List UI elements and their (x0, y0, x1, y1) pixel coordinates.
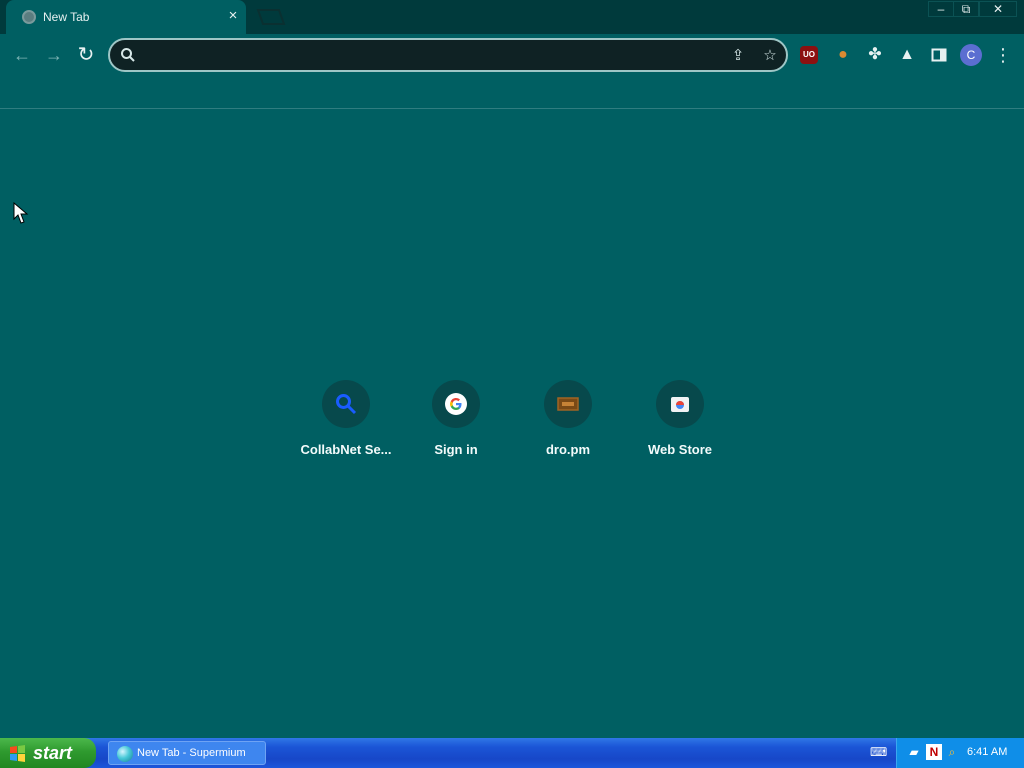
keyboard-icon[interactable]: ⌨ (870, 744, 887, 760)
shortcut-label: dro.pm (545, 442, 591, 457)
shortcut-label: Web Store (647, 442, 713, 457)
close-window-button[interactable]: ✕ (979, 1, 1017, 17)
puzzle-icon[interactable]: ✤ (864, 44, 886, 66)
flask-icon[interactable]: ▲ (896, 44, 918, 66)
toolbar-divider (0, 108, 1024, 109)
onenote-icon[interactable]: N (926, 744, 942, 760)
windows-flag-icon (10, 745, 25, 762)
tab-title: New Tab (43, 10, 90, 24)
toolbar: ← → ↻ ⇪ ☆ UO ● ✤ ▲ C ⋮ (0, 34, 1024, 76)
clock: 6:41 AM (967, 746, 1008, 758)
taskbar: start New Tab - Supermium ⌨ ▰ N ⌕ 6:41 A… (0, 738, 1024, 768)
browser-window: New Tab × – ⧉ ✕ ← → ↻ ⇪ ☆ UO ● ✤ ▲ C ⋮ C… (0, 0, 1024, 738)
start-label: start (33, 743, 73, 763)
ublock-icon[interactable]: UO (800, 46, 818, 64)
star-icon[interactable]: ☆ (759, 45, 781, 67)
supermium-icon (117, 746, 133, 762)
taskbar-app-label: New Tab - Supermium (137, 747, 246, 759)
shortcuts-grid: CollabNet Se... Sign in dro.pm Web Store (290, 380, 730, 470)
address-input[interactable] (144, 44, 704, 66)
forward-button[interactable]: → (42, 43, 66, 67)
dro-icon (544, 380, 592, 428)
omnibox[interactable]: ⇪ ☆ (108, 38, 788, 72)
shortcut-label: Sign in (434, 442, 478, 457)
share-icon[interactable]: ⇪ (727, 45, 749, 67)
cookie-icon[interactable]: ● (832, 44, 854, 66)
google-icon (432, 380, 480, 428)
search-icon (121, 48, 135, 62)
back-button[interactable]: ← (10, 43, 34, 67)
reload-button[interactable]: ↻ (74, 43, 98, 67)
webstore-icon (656, 380, 704, 428)
start-button[interactable]: start (0, 738, 96, 768)
shortcut-collabnet[interactable]: CollabNet Se... (290, 380, 402, 470)
menu-icon[interactable]: ⋮ (992, 44, 1014, 66)
titlebar: New Tab × – ⧉ ✕ (0, 0, 1024, 34)
shortcut-dro-pm[interactable]: dro.pm (512, 380, 624, 470)
system-tray: ▰ N ⌕ 6:41 AM (896, 738, 1024, 768)
shortcut-web-store[interactable]: Web Store (624, 380, 736, 470)
profile-avatar[interactable]: C (960, 44, 982, 66)
shortcut-label: CollabNet Se... (300, 442, 392, 457)
maximize-button[interactable]: ⧉ (953, 1, 979, 17)
minimize-button[interactable]: – (928, 1, 954, 17)
magnifier-icon (322, 380, 370, 428)
shortcut-sign-in[interactable]: Sign in (400, 380, 512, 470)
search-tray-icon[interactable]: ⌕ (944, 744, 960, 760)
taskbar-app-button[interactable]: New Tab - Supermium (108, 741, 266, 765)
chrome-favicon-icon (22, 10, 36, 24)
mouse-cursor-icon (13, 202, 29, 224)
sidebar-icon[interactable] (928, 44, 950, 66)
tab-new-tab[interactable]: New Tab × (6, 0, 246, 34)
network-icon[interactable]: ▰ (906, 744, 922, 760)
close-tab-button[interactable]: × (224, 7, 242, 25)
new-tab-button[interactable] (256, 8, 286, 26)
